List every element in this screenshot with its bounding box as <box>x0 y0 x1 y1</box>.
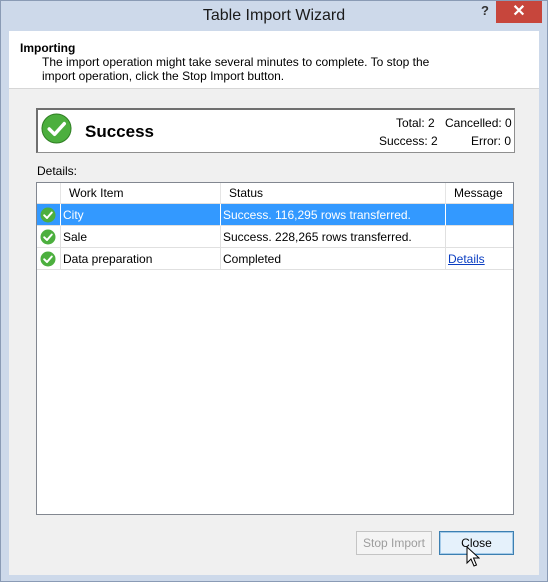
table-header: Work Item Status Message <box>37 183 513 204</box>
header-icon-column <box>37 183 61 203</box>
table-import-wizard-window: Table Import Wizard ? ✕ Importing The im… <box>0 0 548 582</box>
table-row[interactable]: Data preparation Completed Details <box>37 248 513 270</box>
column-header-message[interactable]: Message <box>446 183 513 203</box>
stop-import-button[interactable]: Stop Import <box>356 531 432 555</box>
column-header-work-item[interactable]: Work Item <box>61 183 221 203</box>
mouse-pointer-icon <box>466 546 480 567</box>
details-label: Details: <box>37 164 78 178</box>
status-label: Success <box>85 122 154 141</box>
details-table: Work Item Status Message City Success. 1… <box>36 182 514 515</box>
message-cell <box>446 204 513 226</box>
table-row[interactable]: City Success. 116,295 rows transferred. <box>37 204 513 226</box>
cancelled-count: Cancelled: 0 <box>445 116 512 130</box>
details-link[interactable]: Details <box>448 252 485 266</box>
total-count: Total: 2 <box>396 116 435 130</box>
status-cell: Success. 116,295 rows transferred. <box>221 204 446 226</box>
window-close-button[interactable]: ✕ <box>496 1 542 23</box>
status-cell: Completed <box>221 248 446 270</box>
row-icon-cell <box>37 204 61 226</box>
dialog-body: Importing The import operation might tak… <box>9 31 539 575</box>
check-circle-icon <box>40 229 56 245</box>
window-title: Table Import Wizard <box>202 7 346 24</box>
column-header-status[interactable]: Status <box>221 183 446 203</box>
row-icon-cell <box>37 226 61 248</box>
work-item-cell: Sale <box>61 226 221 248</box>
status-cell: Success. 228,265 rows transferred. <box>221 226 446 248</box>
check-circle-icon <box>41 113 72 144</box>
header-title: Importing <box>20 41 76 55</box>
title-bar: Table Import Wizard ? ✕ <box>1 1 547 31</box>
work-item-cell: Data preparation <box>61 248 221 270</box>
help-button[interactable]: ? <box>475 3 495 21</box>
header-description: The import operation might take several … <box>42 55 430 83</box>
table-row[interactable]: Sale Success. 228,265 rows transferred. <box>37 226 513 248</box>
row-icon-cell <box>37 248 61 270</box>
success-count: Success: 2 <box>379 134 438 148</box>
header-band: Importing The import operation might tak… <box>9 31 539 89</box>
message-cell: Details <box>446 248 513 270</box>
message-cell <box>446 226 513 248</box>
error-count: Error: 0 <box>471 134 512 148</box>
work-item-cell: City <box>61 204 221 226</box>
status-summary-panel: Success Total: 2 Cancelled: 0 Success: 2… <box>36 108 515 153</box>
check-circle-icon <box>40 251 56 267</box>
check-circle-icon <box>40 207 56 223</box>
